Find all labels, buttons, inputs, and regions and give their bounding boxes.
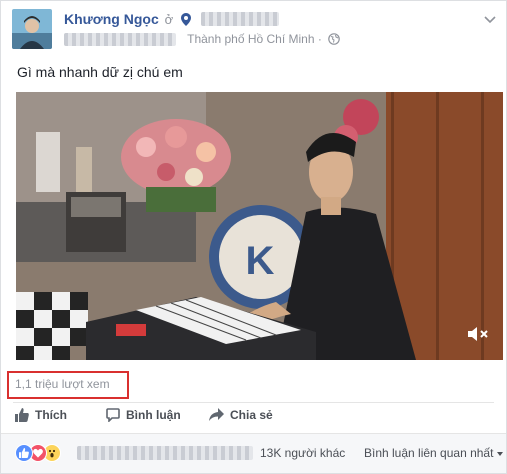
blurred-place-name [200, 12, 279, 26]
author-at-word: ở [164, 12, 174, 27]
post-card: Khương Ngọc ở Thành phố Hồ Chí Minh · Gì… [0, 0, 507, 474]
author-line: Khương Ngọc ở [64, 11, 279, 29]
comment-sort-label: Bình luận liên quan nhất [364, 446, 494, 460]
like-reaction-icon [15, 444, 33, 462]
like-button[interactable]: Thích [15, 408, 67, 422]
view-count: 1,1 triệu lượt xem [15, 377, 110, 391]
share-button[interactable]: Chia sẻ [209, 408, 273, 422]
meta-separator: · [317, 32, 322, 46]
share-arrow-icon [209, 408, 224, 421]
like-label: Thích [35, 408, 67, 422]
svg-text:K: K [246, 239, 275, 283]
author-name[interactable]: Khương Ngọc [64, 11, 159, 27]
avatar[interactable] [12, 9, 52, 49]
location-text[interactable]: Thành phố Hồ Chí Minh [187, 32, 314, 46]
post-options-chevron-icon[interactable] [484, 13, 496, 27]
comment-icon [106, 408, 120, 423]
comment-sort-dropdown[interactable]: Bình luận liên quan nhất [364, 446, 504, 460]
location-pin-icon [181, 13, 192, 29]
video-frame: K [16, 92, 503, 360]
reactions-footer: 13K người khác Bình luận liên quan nhất [1, 434, 506, 473]
post-header: Khương Ngọc ở Thành phố Hồ Chí Minh · [12, 7, 496, 51]
blurred-timestamp[interactable] [64, 33, 176, 46]
comment-label: Bình luận [126, 408, 181, 422]
post-meta: Thành phố Hồ Chí Minh · [64, 32, 341, 48]
blurred-reactor-names [77, 446, 253, 460]
globe-icon[interactable] [328, 33, 341, 48]
share-label: Chia sẻ [230, 408, 273, 422]
thumbs-up-icon [15, 408, 29, 422]
mute-speaker-icon[interactable] [467, 326, 489, 345]
post-text: Gì mà nhanh dữ zị chú em [17, 64, 183, 80]
caret-down-icon [497, 452, 504, 456]
reaction-others-count[interactable]: 13K người khác [260, 446, 345, 460]
video-player[interactable]: K [16, 92, 503, 360]
comment-button[interactable]: Bình luận [106, 408, 181, 423]
divider [13, 402, 494, 403]
